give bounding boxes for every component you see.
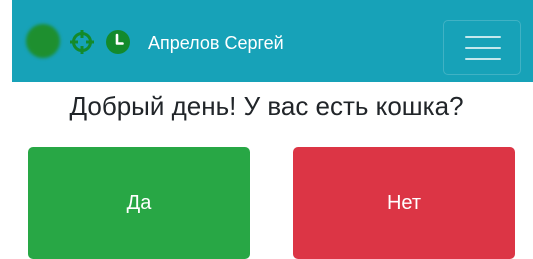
user-name: Апрелов Сергей	[148, 33, 284, 53]
crosshair-icon[interactable]	[69, 29, 95, 55]
status-indicator	[26, 24, 60, 58]
hamburger-menu-button[interactable]	[443, 20, 521, 75]
hamburger-menu-icon-bar	[465, 58, 501, 60]
no-button[interactable]: Нет	[293, 147, 515, 259]
hamburger-menu-icon	[465, 36, 501, 38]
crosshair-icon-graphic	[70, 30, 94, 54]
hamburger-menu-icon-bar	[465, 47, 501, 49]
yes-button[interactable]: Да	[28, 147, 250, 259]
clock-icon-graphic	[106, 30, 130, 54]
question-text: Добрый день! У вас есть кошка?	[69, 91, 464, 121]
top-navbar: Апрелов Сергей	[12, 0, 533, 82]
page: Апрелов Сергей Добрый день! У вас есть к…	[0, 0, 533, 259]
clock-icon[interactable]	[105, 29, 131, 55]
